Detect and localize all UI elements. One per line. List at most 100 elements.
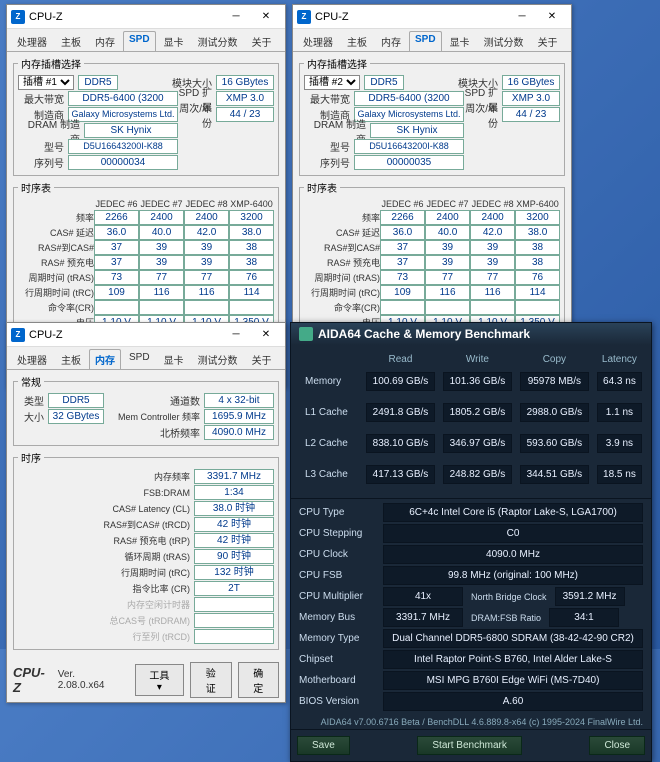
timing-cell: 38.0 xyxy=(515,225,560,240)
titlebar[interactable]: Z CPU-Z ─✕ xyxy=(7,323,285,347)
aida-info-key: Motherboard xyxy=(299,675,379,686)
close-button[interactable]: ✕ xyxy=(537,7,567,27)
timing-cell: 76 xyxy=(229,270,274,285)
window-title: CPU-Z xyxy=(29,11,221,23)
tab-about[interactable]: 关于 xyxy=(246,31,278,51)
tools-button[interactable]: 工具 ▾ xyxy=(135,664,184,696)
col-write: Write xyxy=(440,351,515,368)
aida-cell: 101.36 GB/s xyxy=(443,372,512,391)
aida-info-key: Memory Bus xyxy=(299,612,379,623)
tab-bench[interactable]: 测试分数 xyxy=(478,31,530,51)
close-button[interactable]: ✕ xyxy=(251,325,281,345)
timing-cell: 38.0 xyxy=(229,225,274,240)
mem-row-value xyxy=(194,597,274,612)
aida-info-value: A.60 xyxy=(383,692,643,711)
col-jedec6: JEDEC #6 xyxy=(380,198,425,210)
type: DDR5 xyxy=(48,393,104,408)
aida-titlebar[interactable]: AIDA64 Cache & Memory Benchmark xyxy=(291,323,651,345)
minimize-button[interactable]: ─ xyxy=(507,7,537,27)
timing-cell: 42.0 xyxy=(184,225,229,240)
ok-button[interactable]: 确定 xyxy=(238,662,280,698)
timing-cell: 114 xyxy=(515,285,560,300)
tab-mainboard[interactable]: 主板 xyxy=(55,31,87,51)
minimize-button[interactable]: ─ xyxy=(221,7,251,27)
timing-cell xyxy=(139,300,184,315)
titlebar[interactable]: Z CPU-Z ─✕ xyxy=(293,5,571,29)
timing-row-label: 频率 xyxy=(304,210,380,225)
timing-cell xyxy=(515,300,560,315)
tabs: 处理器 主板 内存 SPD 显卡 测试分数 关于 xyxy=(293,29,571,52)
slot-select-label: 内存插槽选择 xyxy=(18,56,84,71)
tab-graphics[interactable]: 显卡 xyxy=(158,349,190,369)
col-latency: Latency xyxy=(594,351,645,368)
tabs: 处理器 主板 内存 SPD 显卡 测试分数 关于 xyxy=(7,347,285,370)
partno-label: 型号 xyxy=(18,139,68,154)
slot-select[interactable]: 插槽 #2 xyxy=(304,75,360,90)
partno: D5U16643200I-K88 xyxy=(354,139,464,154)
tab-bench[interactable]: 测试分数 xyxy=(192,349,244,369)
aida-cell: 346.97 GB/s xyxy=(443,434,512,453)
aida-row-label: L3 Cache xyxy=(297,463,361,486)
aida-info-value: 3391.7 MHz xyxy=(383,608,463,627)
aida-footer: AIDA64 v7.00.6716 Beta / BenchDLL 4.6.88… xyxy=(291,715,651,729)
minimize-button[interactable]: ─ xyxy=(221,325,251,345)
dram-manuf: SK Hynix xyxy=(370,123,464,138)
col-xmp: XMP-6400 xyxy=(515,198,560,210)
aida-info-key: CPU FSB xyxy=(299,570,379,581)
mem-row-label: CAS# Latency (CL) xyxy=(18,504,194,514)
tab-bench[interactable]: 测试分数 xyxy=(192,31,244,51)
tab-memory[interactable]: 内存 xyxy=(89,31,121,51)
slot-select-group: 内存插槽选择 插槽 #1 DDR5 模块大小 16 GBytes 最大带宽DDR… xyxy=(13,56,279,176)
timing-row-label: 频率 xyxy=(18,210,94,225)
tab-cpu[interactable]: 处理器 xyxy=(297,31,339,51)
aida-cell: 344.51 GB/s xyxy=(520,465,589,484)
tab-cpu[interactable]: 处理器 xyxy=(11,349,53,369)
tab-spd[interactable]: SPD xyxy=(123,349,156,369)
max-bw: DDR5-6400 (3200 MHz) xyxy=(354,91,464,106)
size-label: 大小 xyxy=(18,409,48,424)
partno-label: 型号 xyxy=(304,139,354,154)
tab-graphics[interactable]: 显卡 xyxy=(158,31,190,51)
timing-cell: 2266 MHz xyxy=(94,210,139,225)
window-title: CPU-Z xyxy=(29,329,221,341)
save-button[interactable]: Save xyxy=(297,736,350,755)
tab-spd[interactable]: SPD xyxy=(123,31,156,51)
tab-spd[interactable]: SPD xyxy=(409,31,442,51)
module-size: 16 GBytes xyxy=(216,75,274,90)
aida-cell: 64.3 ns xyxy=(597,372,642,391)
close-button[interactable]: Close xyxy=(589,736,645,755)
aida-info-value2: 3591.2 MHz xyxy=(555,587,625,606)
timing-cell: 37 xyxy=(380,240,425,255)
mem-row-label: 指令比率 (CR) xyxy=(18,582,194,595)
timing-cell xyxy=(229,300,274,315)
timing-row-label: RAS# 预充电 xyxy=(18,255,94,270)
timing-cell xyxy=(184,300,229,315)
titlebar[interactable]: Z CPU-Z ─ ✕ xyxy=(7,5,285,29)
aida-info-value: Dual Channel DDR5-6800 SDRAM (38-42-42-9… xyxy=(383,629,643,648)
timing-cell: 39 xyxy=(184,240,229,255)
timing-cell: 73 xyxy=(380,270,425,285)
close-button[interactable]: ✕ xyxy=(251,7,281,27)
tab-graphics[interactable]: 显卡 xyxy=(444,31,476,51)
timing-cell: 39 xyxy=(425,255,470,270)
validate-button[interactable]: 验证 xyxy=(190,662,232,698)
tab-memory[interactable]: 内存 xyxy=(89,349,121,369)
cpuz-memory-window: Z CPU-Z ─✕ 处理器 主板 内存 SPD 显卡 测试分数 关于 常规 类… xyxy=(6,322,286,703)
slot-select[interactable]: 插槽 #1 xyxy=(18,75,74,90)
serial-label: 序列号 xyxy=(18,155,68,170)
tab-about[interactable]: 关于 xyxy=(246,349,278,369)
tab-mainboard[interactable]: 主板 xyxy=(341,31,373,51)
mem-row-label: 循环周期 (tRAS) xyxy=(18,550,194,563)
tab-memory[interactable]: 内存 xyxy=(375,31,407,51)
tab-about[interactable]: 关于 xyxy=(532,31,564,51)
timing-cell: 2400 MHz xyxy=(425,210,470,225)
mem-type: DDR5 xyxy=(364,75,404,90)
mem-row-label: 总CAS号 (tRDRAM) xyxy=(18,614,194,627)
serial: 00000035 xyxy=(354,155,464,170)
general-label: 常规 xyxy=(18,374,44,389)
aida-cell: 248.82 GB/s xyxy=(443,465,512,484)
tab-cpu[interactable]: 处理器 xyxy=(11,31,53,51)
start-benchmark-button[interactable]: Start Benchmark xyxy=(417,736,521,755)
tab-mainboard[interactable]: 主板 xyxy=(55,349,87,369)
timing-cell: 37 xyxy=(94,255,139,270)
